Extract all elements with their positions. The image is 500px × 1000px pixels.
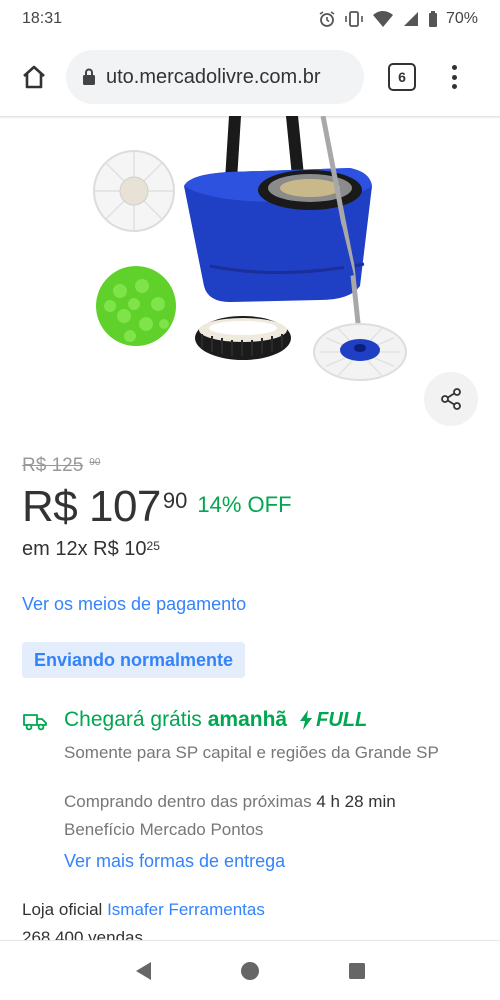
back-button[interactable]: [123, 951, 163, 991]
discount-badge: 14% OFF: [197, 492, 292, 517]
back-icon: [136, 961, 152, 980]
menu-dot-icon: [451, 74, 457, 80]
countdown-value: 4 h 28 min: [316, 792, 396, 811]
product-image[interactable]: [80, 116, 420, 396]
share-button[interactable]: [424, 372, 478, 426]
full-label: FULL: [316, 708, 368, 731]
full-badge: FULL: [299, 709, 367, 732]
price-cents: 90: [162, 488, 188, 513]
signal-icon: [403, 12, 418, 26]
more-delivery-options-link[interactable]: Ver mais formas de entrega: [64, 851, 285, 872]
original-price-main: R$ 125: [22, 455, 84, 476]
points-benefit: Benefício Mercado Pontos: [64, 820, 264, 839]
shipping-status-tag: Enviando normalmente: [22, 642, 246, 678]
home-circle-icon: [240, 961, 259, 980]
payment-methods-link[interactable]: Ver os meios de pagamento: [22, 594, 246, 615]
tab-switcher-button[interactable]: 6: [388, 63, 416, 91]
delivery-day: amanhã: [207, 708, 288, 731]
seller-link[interactable]: Ismafer Ferramentas: [107, 900, 265, 919]
delivery-title: Chegará grátis amanhã FULL: [64, 708, 367, 732]
installments-cents: 25: [146, 539, 160, 553]
browser-toolbar: uto.mercadolivre.com.br 6: [0, 38, 500, 116]
status-bar: 18:31 70%: [0, 0, 500, 38]
installments: em 12x R$ 10 25: [22, 538, 160, 561]
wifi-icon: [372, 11, 393, 27]
recents-button[interactable]: [337, 951, 377, 991]
alarm-icon: [319, 11, 335, 27]
overflow-menu-button[interactable]: [444, 62, 464, 92]
share-icon: [441, 388, 461, 410]
home-nav-button[interactable]: [230, 951, 270, 991]
delivery-region-note: Somente para SP capital e regiões da Gra…: [64, 743, 439, 762]
price-main: R$ 107: [22, 482, 161, 531]
recents-icon: [348, 962, 365, 979]
delivery-countdown: Comprando dentro das próximas 4 h 28 min: [64, 792, 396, 812]
home-button[interactable]: [12, 55, 56, 99]
original-price-cents: 90: [89, 457, 101, 468]
battery-level: 70%: [445, 10, 478, 27]
delivery-title-prefix: Chegará grátis: [64, 708, 202, 731]
status-icons: 70%: [318, 10, 478, 28]
countdown-prefix: Comprando dentro das próximas: [64, 792, 312, 811]
lightning-icon: [300, 710, 313, 730]
home-icon: [23, 65, 45, 89]
system-nav-bar: [0, 940, 500, 1000]
status-time: 18:31: [22, 10, 63, 27]
menu-dot-icon: [451, 84, 457, 89]
menu-dot-icon: [451, 65, 457, 70]
sales-count: 268.400 vendas: [22, 928, 143, 940]
battery-icon: [428, 11, 437, 27]
seller-prefix: Loja oficial: [22, 900, 103, 919]
original-price: R$ 125 90: [22, 455, 100, 477]
url-bar[interactable]: uto.mercadolivre.com.br: [66, 50, 364, 104]
seller-info: Loja oficial Ismafer Ferramentas: [22, 900, 265, 920]
url-text: uto.mercadolivre.com.br: [106, 65, 321, 88]
installments-main: em 12x R$ 10: [22, 538, 147, 560]
vibrate-icon: [345, 11, 363, 27]
lock-icon: [82, 68, 96, 86]
truck-icon: [22, 710, 48, 737]
current-price: R$ 107 90 14% OFF: [22, 482, 292, 532]
